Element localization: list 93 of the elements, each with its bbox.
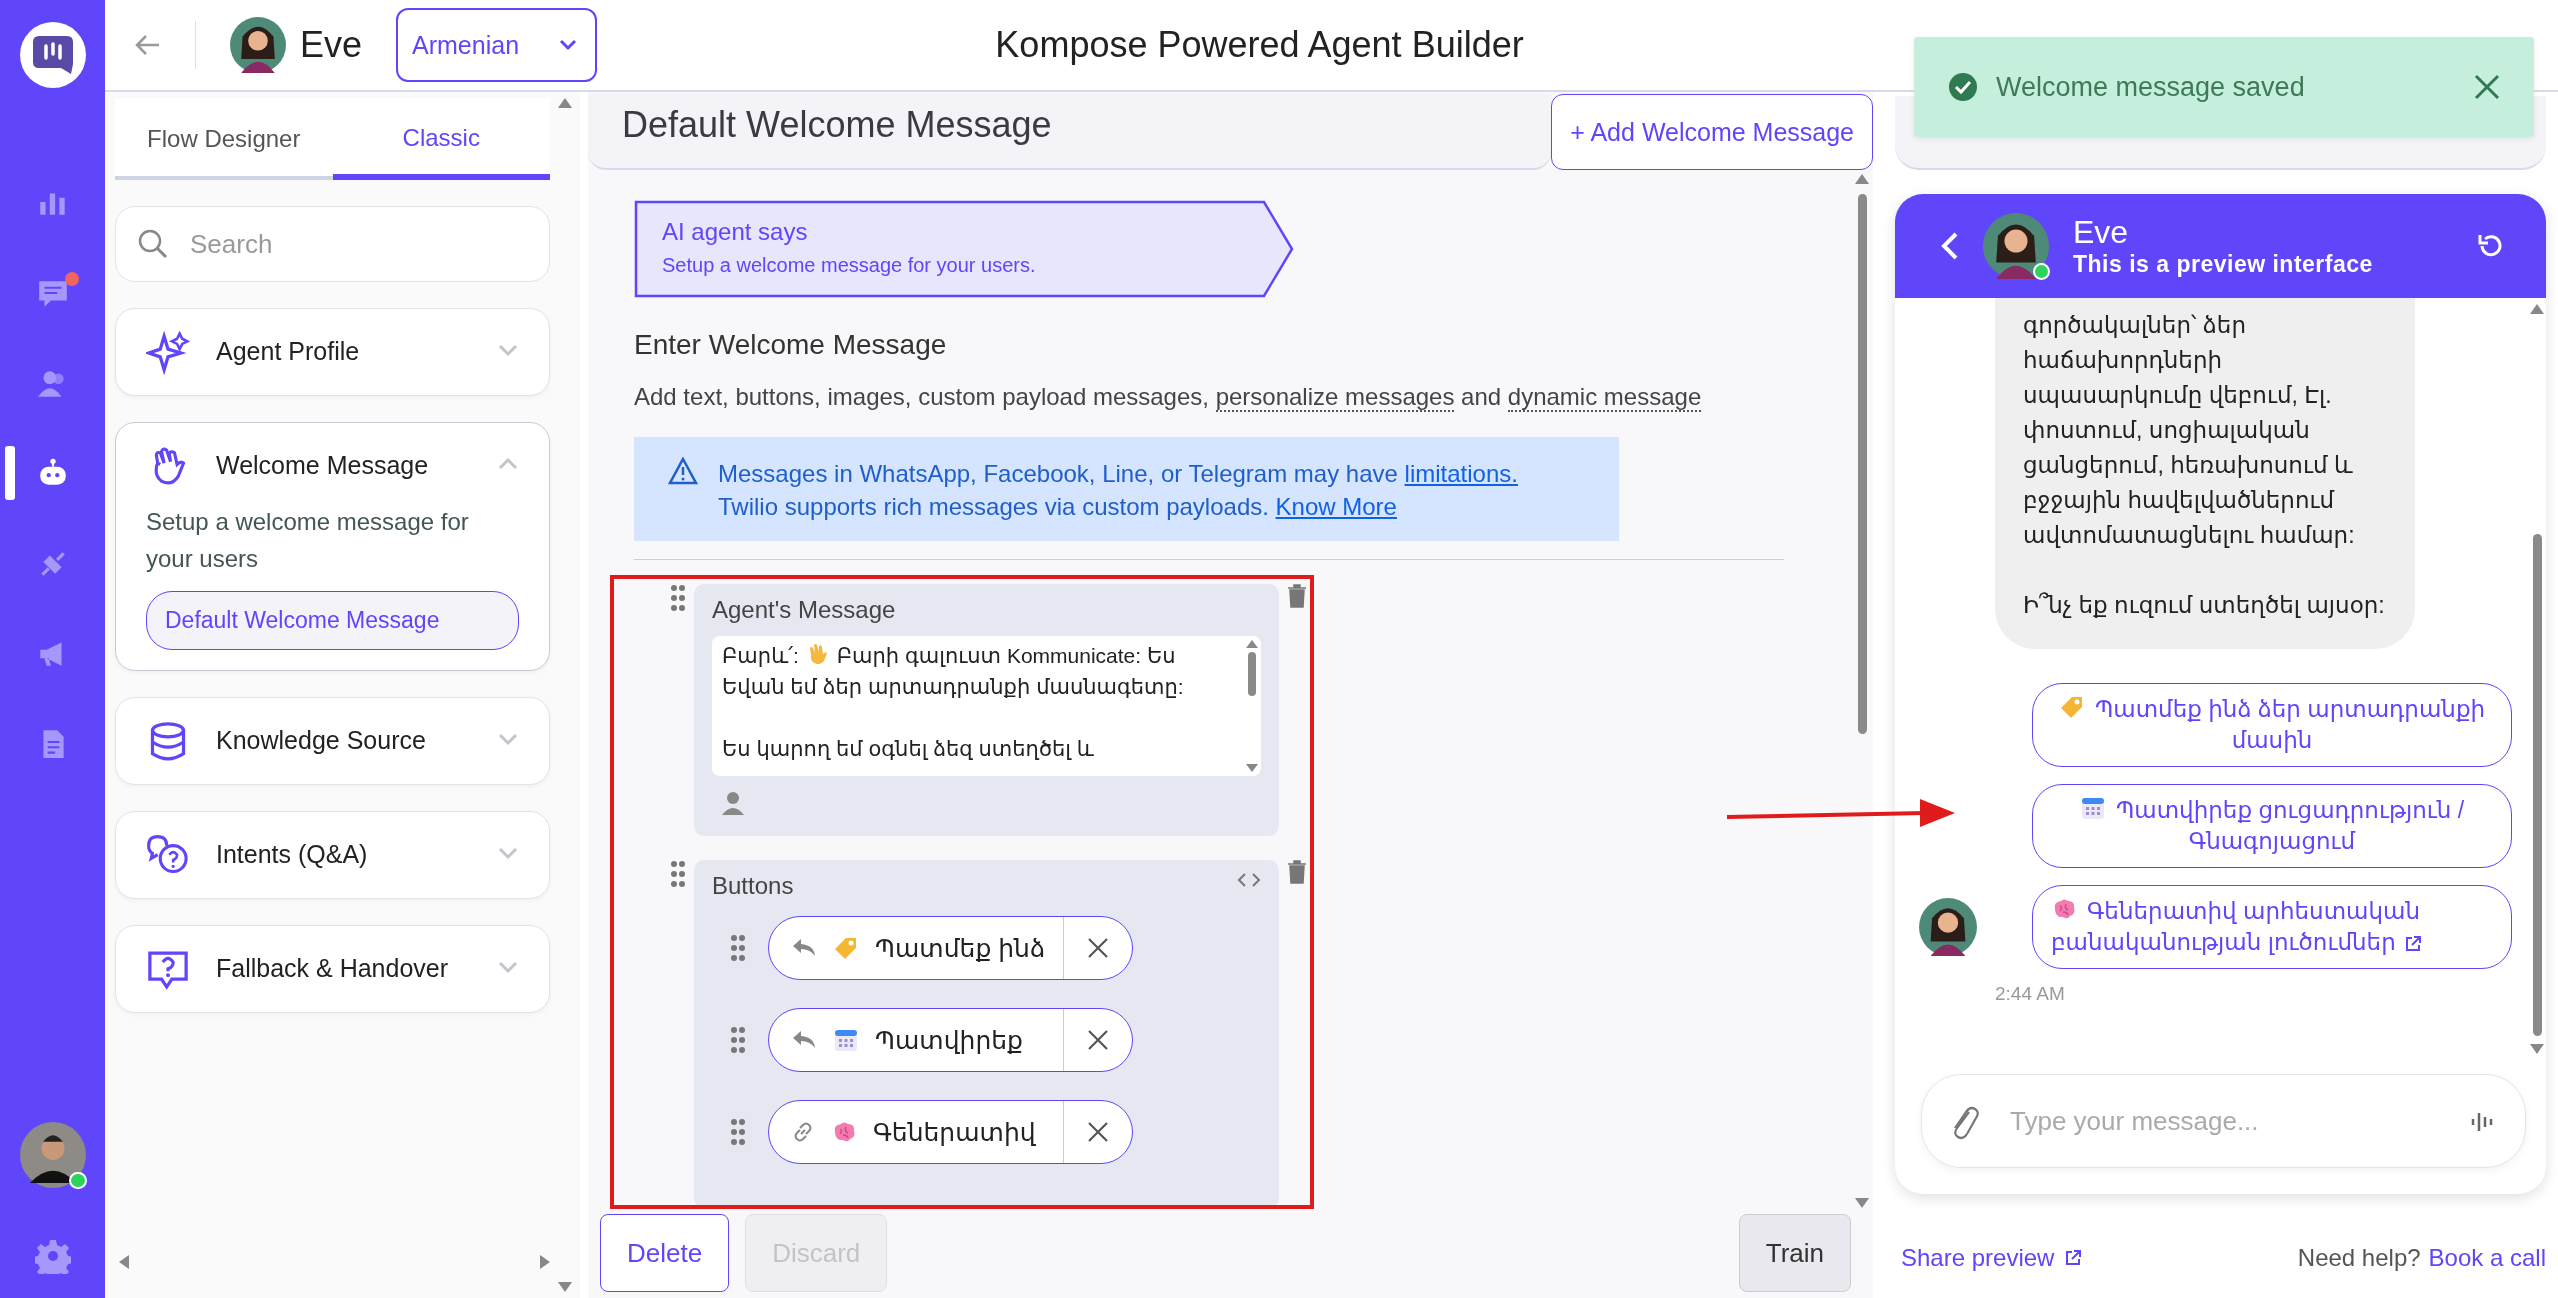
calendar-icon	[833, 1027, 859, 1053]
chat-subtitle: This is a preview interface	[2073, 251, 2373, 278]
tag-icon	[833, 935, 859, 961]
delete-icon[interactable]	[1287, 584, 1307, 608]
section-card[interactable]: Intents (Q&A)	[115, 811, 550, 899]
section-title: Intents (Q&A)	[216, 839, 369, 869]
quick-reply-button[interactable]: Պատմեք ինձ ձեր արտադրանքի մասին	[2032, 683, 2512, 767]
tab[interactable]: Flow Designer	[115, 98, 333, 180]
back-chevron-icon[interactable]	[1941, 232, 1959, 260]
banner-title: AI agent says	[662, 218, 808, 246]
agent-avatar	[1919, 898, 1977, 956]
button-label: Գեներատիվ	[873, 1117, 1036, 1147]
scrollbar-thumb[interactable]	[2532, 533, 2542, 1037]
help-text: Need help?	[2297, 1244, 2421, 1272]
train-button[interactable]: Train	[1738, 1214, 1851, 1292]
agent-avatar	[230, 17, 286, 73]
code-icon[interactable]	[1237, 872, 1261, 888]
drag-handle-icon[interactable]	[670, 584, 686, 612]
quick-reply-button[interactable]: Պատվիրեք ցուցադրություն / Գնագոյացում	[2032, 784, 2512, 868]
remove-icon[interactable]	[1087, 1029, 1109, 1051]
section-title: Fallback & Handover	[216, 953, 450, 983]
text-link[interactable]: limitations.	[1404, 460, 1518, 488]
share-preview-link[interactable]: Share preview	[1901, 1244, 2083, 1272]
scroll-down-icon[interactable]	[558, 1282, 572, 1292]
drag-handle-icon[interactable]	[730, 1118, 746, 1146]
sparkle-icon	[146, 331, 190, 375]
section-title: Knowledge Source	[216, 725, 427, 755]
agent-avatar	[1983, 213, 2049, 279]
drag-handle-icon[interactable]	[730, 1026, 746, 1054]
scroll-right-icon[interactable]	[540, 1255, 550, 1269]
external-link-icon	[2403, 935, 2422, 953]
button-label: Պատվիրեք	[875, 1025, 1023, 1055]
banner-subtitle: Setup a welcome message for your users.	[662, 254, 1036, 277]
scroll-up-icon[interactable]	[1246, 640, 1258, 648]
section-description: Setup a welcome message for your users	[146, 507, 470, 574]
help-text: Add text, buttons, images, custom payload messages, personalize messages and dynamic message	[634, 383, 1703, 412]
button-chip[interactable]: Պատվիրեք	[768, 1008, 1133, 1072]
scroll-up-icon[interactable]	[1855, 174, 1869, 184]
section-card[interactable]: Knowledge Source	[115, 697, 550, 785]
agent-name: Eve	[300, 24, 363, 66]
chat-bubble: գործակալներ՝ ձեր հաճախորդների սպասարկումը վեբում, Էլ. փոստում, սոցիալական ցանցերում, հեռախոսում և բջջային հավելվածներում ավտոմատացնելու համար: Ի՞նչ եք ուզում ստեղծել այսօր:	[1995, 298, 2415, 649]
toast-message: Welcome message saved	[1996, 71, 2306, 103]
search-icon	[137, 228, 169, 260]
remove-icon[interactable]	[1087, 1121, 1109, 1143]
remove-icon[interactable]	[1087, 937, 1109, 959]
check-circle-icon	[1948, 72, 1978, 102]
person-icon[interactable]	[720, 790, 746, 816]
tab[interactable]: Classic	[332, 98, 550, 180]
block-title: Agent's Message	[712, 596, 896, 624]
editor-title: Default Welcome Message	[588, 94, 1552, 170]
section-card[interactable]: Welcome Message Setup a welcome message for your users Default Welcome Message	[115, 422, 550, 671]
calendar-icon	[2079, 795, 2106, 821]
section-heading: Enter Welcome Message	[634, 329, 948, 362]
section-title: Welcome Message	[216, 450, 430, 480]
notice-text: Messages in WhatsApp, Facebook, Line, or Telegram may have limitations. Twilio supports rich messages via custom payloads. Know More	[718, 459, 1518, 523]
delete-button[interactable]: Delete	[600, 1214, 730, 1292]
external-link-icon	[2064, 1249, 2083, 1267]
scroll-up-icon[interactable]	[2530, 304, 2544, 314]
scroll-down-icon[interactable]	[2530, 1044, 2544, 1054]
section-card[interactable]: Agent Profile	[115, 308, 550, 396]
drag-handle-icon[interactable]	[730, 934, 746, 962]
back-arrow-icon[interactable]	[135, 34, 161, 56]
scroll-left-icon[interactable]	[119, 1255, 129, 1269]
text-link[interactable]: Know More	[1275, 493, 1397, 521]
scrollbar-thumb[interactable]	[1857, 194, 1867, 734]
drag-handle-icon[interactable]	[670, 860, 686, 888]
close-icon[interactable]	[2474, 74, 2500, 100]
button-label: Պատմեք ինձ	[875, 933, 1046, 963]
book-call-link[interactable]: Book a call	[2428, 1244, 2546, 1272]
scroll-up-icon[interactable]	[558, 98, 572, 108]
chat-agent-name: Eve	[2073, 214, 2130, 251]
scroll-down-icon[interactable]	[1855, 1198, 1869, 1208]
section-card[interactable]: Fallback & Handover	[115, 925, 550, 1013]
block-title: Buttons	[712, 872, 794, 900]
search-field[interactable]: Search	[115, 206, 550, 282]
add-welcome-message-button[interactable]: + Add Welcome Message	[1551, 94, 1873, 170]
scrollbar-thumb[interactable]	[1248, 652, 1256, 696]
button-chip[interactable]: Պատմեք ինձ	[768, 916, 1133, 980]
language-dropdown[interactable]: Armenian	[396, 8, 598, 82]
section-item[interactable]: Default Welcome Message	[146, 591, 519, 650]
section-title: Agent Profile	[216, 336, 361, 366]
user-avatar[interactable]	[19, 1122, 86, 1188]
scroll-down-icon[interactable]	[1246, 764, 1258, 772]
message-time: 2:44 AM	[1995, 983, 2066, 1005]
message-field[interactable]: Բարև՛: Բարի գալուստ Kommunicate: Ես Եվան եմ ձեր արտադրանքի մասնագետը: Ես կարող եմ օգնել ձեզ ստեղծել և	[712, 636, 1261, 776]
settings-icon[interactable]	[34, 1238, 71, 1274]
button-chip[interactable]: Գեներատիվ	[768, 1100, 1133, 1164]
quick-reply-button[interactable]: Գեներատիվ արհեստական բանականության լուծումներ	[2032, 885, 2512, 969]
caret-icon	[559, 39, 578, 51]
delete-icon[interactable]	[1287, 860, 1307, 884]
warning-icon	[668, 457, 698, 486]
page-title: Kompose Powered Agent Builder	[994, 24, 1525, 66]
message-input[interactable]: Type your message...	[1921, 1074, 2526, 1168]
